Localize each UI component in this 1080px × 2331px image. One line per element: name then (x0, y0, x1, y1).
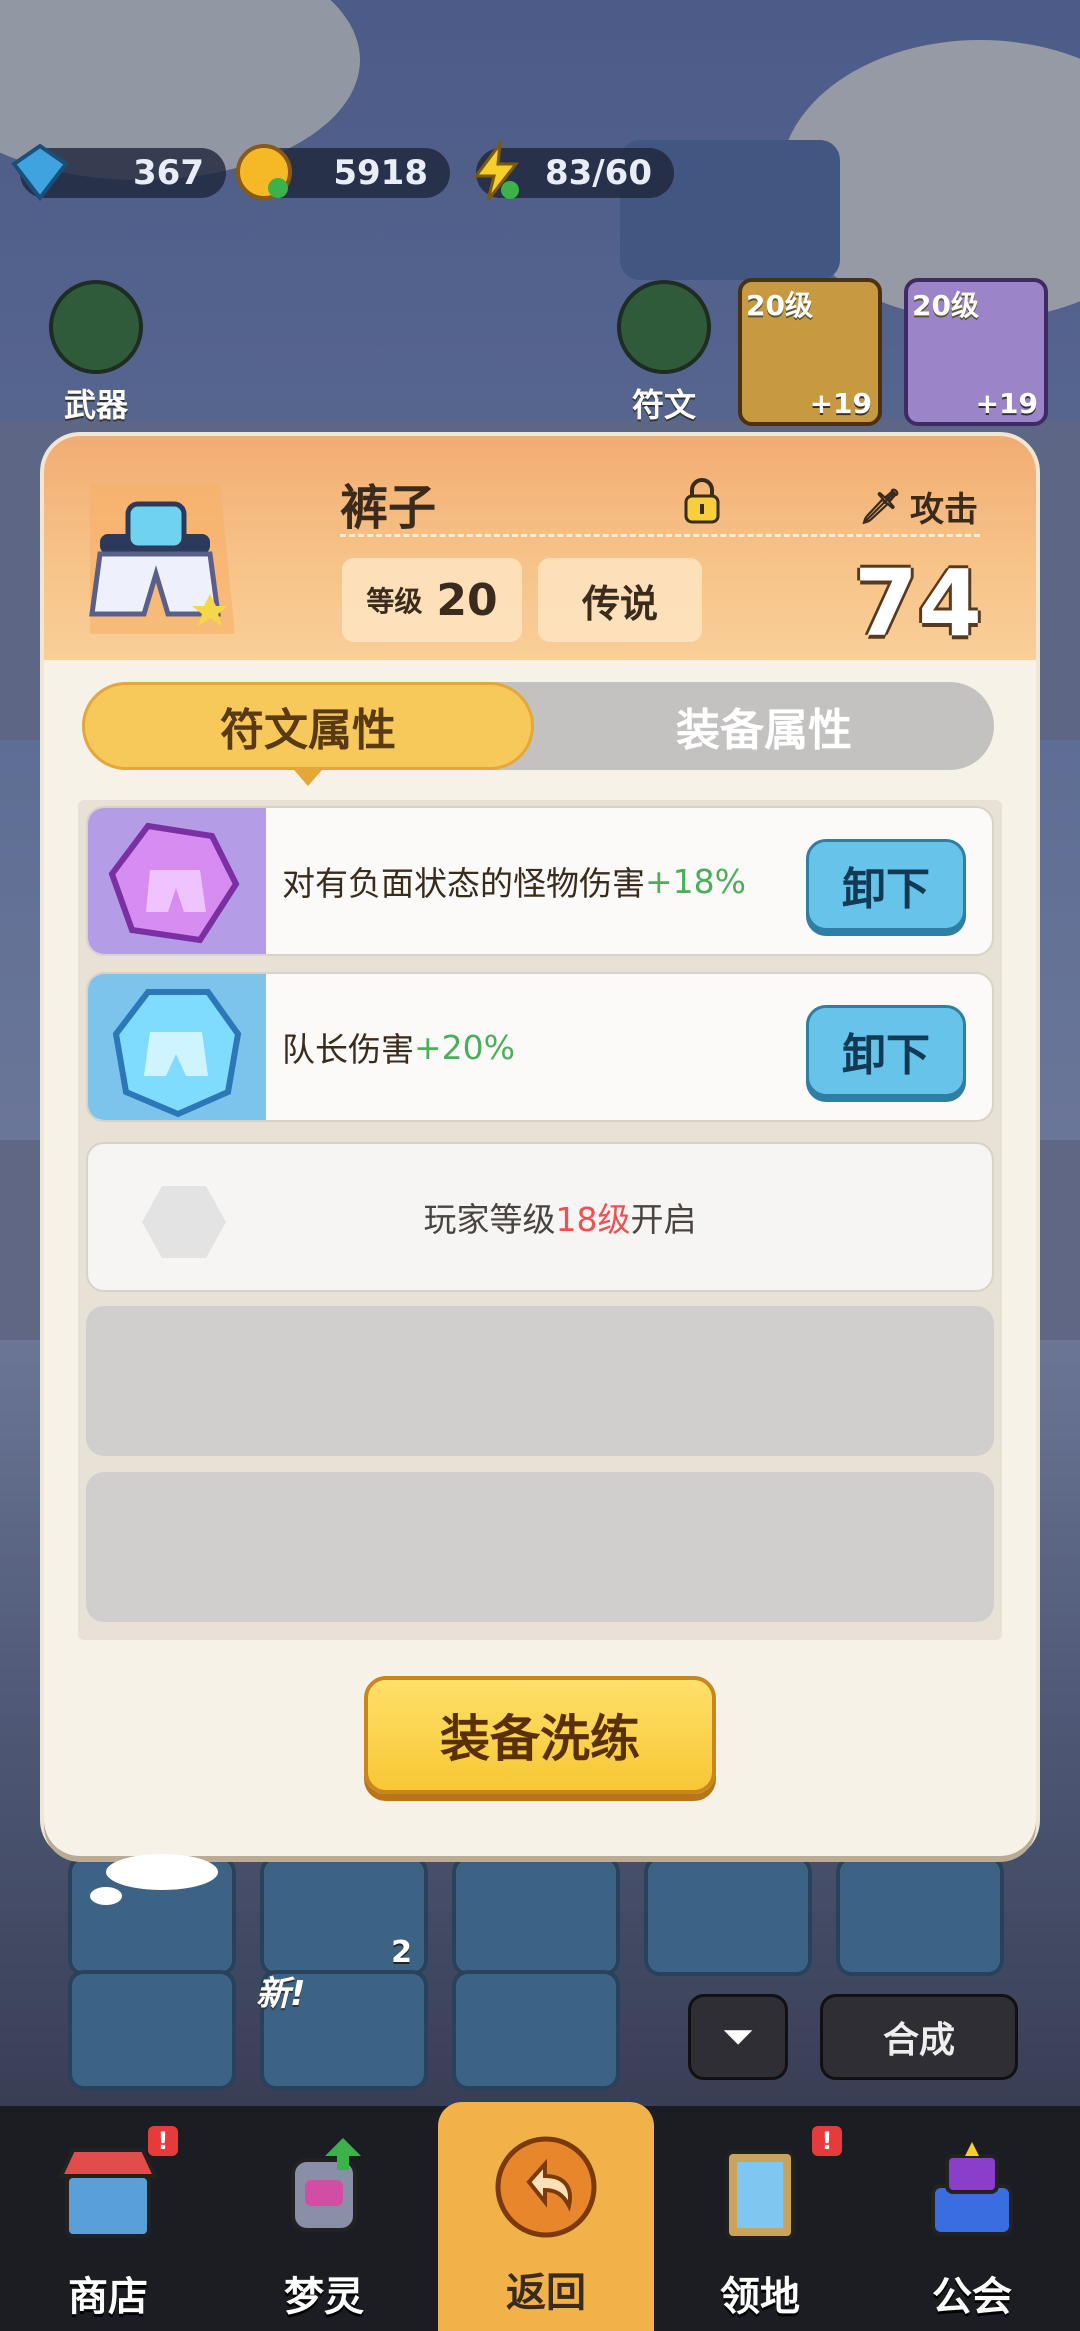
nav-guild-label: 公会 (932, 2274, 1012, 2320)
attribute-tabs: 符文属性 装备属性 (82, 682, 994, 770)
sword-icon: 🗡 (858, 486, 902, 527)
inventory-slot[interactable] (452, 1856, 620, 1976)
spirit-icon (291, 2138, 361, 2232)
energy-icon (473, 140, 520, 201)
unlock-requirement: 玩家等级 18级 开启 (88, 1144, 992, 1290)
inventory-slot[interactable] (836, 1856, 1004, 1976)
nav-territory[interactable]: ! 领地 (652, 2106, 868, 2331)
new-tag: 新! (256, 1974, 306, 2014)
shop-icon (57, 2148, 159, 2238)
nav-spirit[interactable]: 梦灵 (216, 2106, 432, 2331)
coin-value: 5918 (333, 153, 428, 193)
header-divider (340, 534, 980, 537)
unload-button[interactable]: 卸下 (806, 839, 966, 931)
nav-shop-label: 商店 (68, 2274, 148, 2320)
tab-pointer (294, 770, 322, 786)
rune-text: 对有负面状态的怪物伤害 (282, 864, 645, 903)
lock-icon[interactable] (682, 478, 722, 524)
empty-rune-slot (86, 1472, 994, 1622)
gear-card-armor[interactable]: 20级 +19 (904, 278, 1048, 426)
nav-shop[interactable]: ! 商店 (0, 2106, 216, 2331)
territory-badge: ! (812, 2126, 842, 2156)
rune-icon (617, 280, 711, 374)
power-value: 74 (853, 550, 982, 657)
unlock-level: 18级 (555, 1200, 631, 1239)
back-arrow-icon (495, 2136, 597, 2238)
locked-rune-slot: 玩家等级 18级 开启 (86, 1142, 994, 1292)
rune-bonus: +18% (645, 861, 746, 901)
coin-counter[interactable]: 5918 (236, 144, 450, 200)
weapon-button[interactable]: 武器 (36, 280, 156, 426)
energy-counter[interactable]: 83/60 (473, 140, 674, 201)
rune-button[interactable]: 符文 (604, 280, 724, 426)
bottom-nav: ! 商店 梦灵 返回 ! 领地 公会 (0, 2102, 1080, 2331)
diamond-counter[interactable]: 367 (11, 143, 226, 202)
filter-icon: ⏷ (722, 2014, 754, 2060)
slot-count: 2 (391, 1935, 412, 1970)
rune-text: 队长伤害 (282, 1030, 414, 1069)
energy-value: 83/60 (544, 153, 652, 193)
rune-label: 符文 (631, 386, 696, 424)
rune-bonus: +20% (414, 1027, 515, 1067)
tab-equipment-attributes[interactable]: 装备属性 (534, 682, 994, 770)
pants-icon (89, 484, 235, 634)
unlock-suffix: 开启 (630, 1200, 697, 1239)
nav-territory-label: 领地 (720, 2274, 800, 2320)
blue-rune-icon (88, 974, 266, 1120)
gear-card-plus: +19 (809, 387, 872, 420)
speech-bubble-icon (90, 1854, 218, 1905)
gear-card-level: 20级 (746, 289, 813, 322)
shop-badge: ! (148, 2126, 178, 2156)
guild-icon (931, 2142, 1013, 2236)
level-value: 20 (436, 574, 498, 626)
item-name: 裤子 (340, 480, 437, 536)
compose-button[interactable]: 合成 (820, 1994, 1018, 2080)
compose-label: 合成 (882, 2020, 955, 2061)
nav-back-label: 返回 (506, 2270, 586, 2316)
territory-icon (725, 2150, 795, 2240)
gear-card-helmet[interactable]: 20级 +19 (738, 278, 882, 426)
inventory-slot[interactable] (644, 1856, 812, 1976)
nav-guild[interactable]: 公会 (864, 2106, 1080, 2331)
gear-card-plus: +19 (975, 387, 1038, 420)
gear-card-level: 20级 (912, 289, 979, 322)
diamond-value: 367 (133, 153, 204, 193)
inventory-slot[interactable]: 2 (260, 1856, 428, 1976)
filter-button[interactable]: ⏷ (688, 1994, 788, 2080)
level-label: 等级 (366, 585, 423, 618)
rune-description: 队长伤害 +20% (282, 974, 515, 1120)
tab-rune-attributes[interactable]: 符文属性 (82, 682, 534, 770)
weapon-icon (49, 280, 143, 374)
weapon-label: 武器 (63, 386, 128, 424)
nav-spirit-label: 梦灵 (284, 2274, 364, 2320)
inventory-slot[interactable] (68, 1970, 236, 2090)
rune-row: 队长伤害 +20% 卸下 (86, 972, 994, 1122)
stat-type: 🗡 攻击 (859, 482, 978, 531)
equipment-detail-modal: 裤子 🗡 攻击 等级 20 传说 74 符文属性 装备属性 对有负面状态的怪物伤… (44, 436, 1036, 1856)
diamond-icon (11, 143, 69, 202)
rarity-tag: 传说 (538, 558, 702, 642)
stat-type-label: 攻击 (910, 490, 978, 530)
inventory-slot[interactable] (452, 1970, 620, 2090)
unlock-prefix: 玩家等级 (423, 1200, 556, 1239)
unload-button[interactable]: 卸下 (806, 1005, 966, 1097)
coin-icon (236, 144, 292, 200)
rarity-label: 传说 (581, 581, 658, 626)
rune-row: 对有负面状态的怪物伤害 +18% 卸下 (86, 806, 994, 956)
purple-rune-icon (88, 808, 266, 954)
rune-description: 对有负面状态的怪物伤害 +18% (282, 808, 746, 954)
level-tag: 等级 20 (342, 558, 522, 642)
empty-rune-slot (86, 1306, 994, 1456)
nav-back[interactable]: 返回 (438, 2102, 654, 2331)
refine-equipment-button[interactable]: 装备洗练 (364, 1676, 716, 1794)
modal-header: 裤子 🗡 攻击 等级 20 传说 74 (44, 436, 1036, 660)
